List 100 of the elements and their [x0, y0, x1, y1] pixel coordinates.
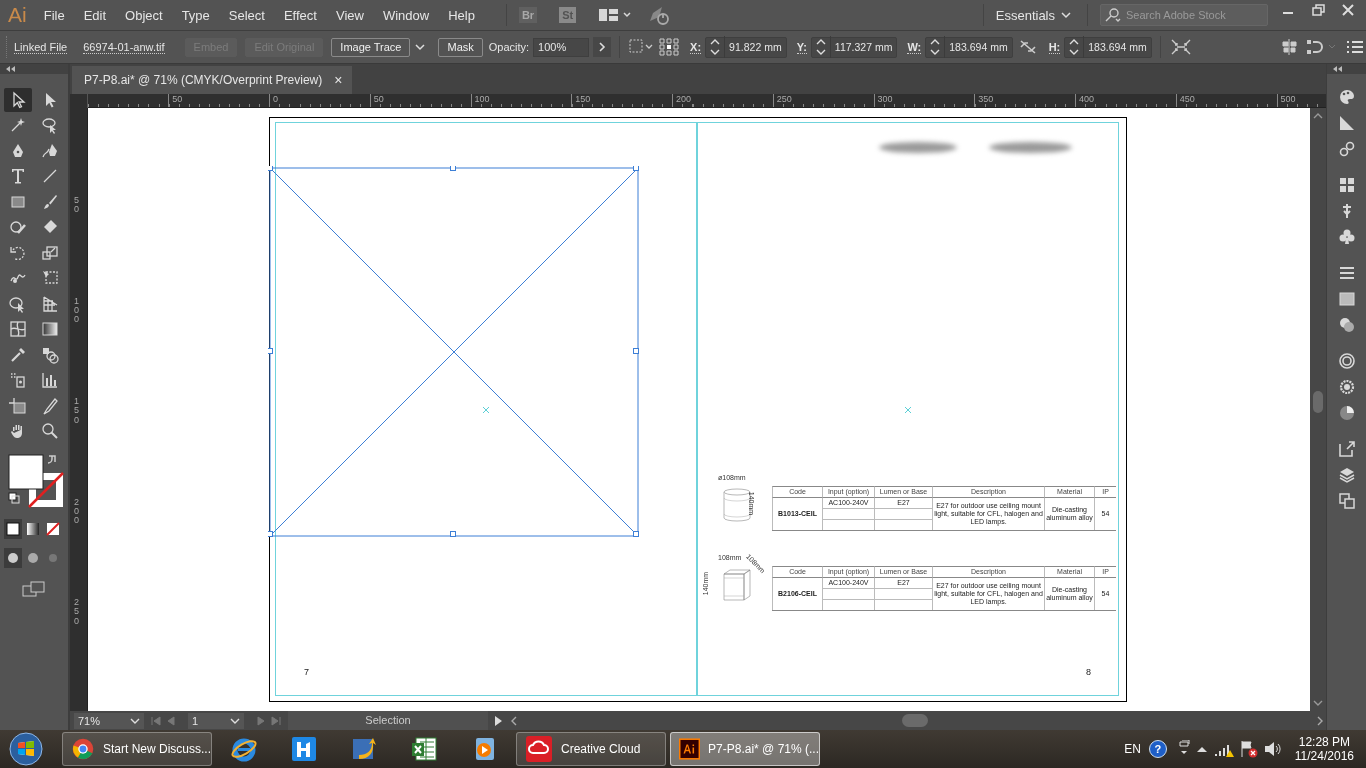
menu-item[interactable]: Edit: [83, 7, 107, 23]
club-icon[interactable]: [1337, 228, 1356, 246]
coordinate-field[interactable]: 183.694 mm: [1064, 36, 1152, 58]
document-tab[interactable]: P7-P8.ai* @ 71% (CMYK/Overprint Preview) ×: [72, 66, 353, 94]
table-cell: [874, 588, 932, 599]
reference-point-icon[interactable]: [658, 37, 681, 57]
page-number: 7: [304, 667, 309, 677]
export-icon[interactable]: [1337, 440, 1356, 458]
layout-menu-icon[interactable]: [598, 7, 633, 23]
play-icon[interactable]: [492, 714, 504, 727]
menu-item[interactable]: Help: [448, 7, 475, 23]
ruler-number: 0: [269, 94, 278, 107]
menu-item[interactable]: Object: [125, 7, 163, 23]
coordinate-label: W:: [907, 40, 922, 54]
search-icon: [1104, 8, 1122, 22]
ruler-number: 350: [974, 94, 994, 107]
coordinate-field[interactable]: 183.694 mm: [925, 36, 1013, 58]
linked-file-link[interactable]: Linked File: [14, 40, 68, 54]
table-cell: [822, 508, 874, 519]
current-tool-label[interactable]: Selection: [288, 711, 488, 730]
table-cell: [822, 519, 874, 530]
caret-icon[interactable]: [1061, 11, 1071, 19]
scale-icon: [41, 243, 59, 262]
tool-button[interactable]: [4, 88, 32, 112]
caret-icon[interactable]: [414, 42, 427, 52]
center-mark: [482, 406, 490, 414]
screen-mode-icon[interactable]: [22, 581, 46, 597]
lines-icon[interactable]: [1337, 264, 1356, 282]
scroll-up-icon[interactable]: [1313, 112, 1323, 120]
grid-icon[interactable]: [1337, 176, 1356, 194]
coordinate-label: Y:: [796, 40, 807, 54]
copy-icon[interactable]: [1337, 492, 1356, 510]
coordinate-label: X:: [690, 40, 702, 54]
menu-item[interactable]: Window: [382, 7, 430, 23]
menu-item[interactable]: Select: [228, 7, 265, 23]
caret-icon[interactable]: [130, 716, 140, 725]
toolbar-button[interactable]: Image Trace: [331, 37, 411, 57]
coordinate-field[interactable]: 91.822 mm: [705, 36, 787, 58]
workspace-switcher[interactable]: Essentials: [995, 7, 1055, 23]
pie-icon[interactable]: [1337, 404, 1356, 422]
circles-icon[interactable]: [1337, 316, 1356, 334]
opacity-field[interactable]: 100%: [533, 37, 590, 57]
speaker-icon[interactable]: [1262, 740, 1283, 758]
menu-item[interactable]: Effect: [283, 7, 317, 23]
caret-icon[interactable]: [230, 716, 240, 725]
ruler-number: 200: [672, 94, 692, 107]
ruler-number: 150: [74, 397, 80, 426]
eyedropper-icon: [9, 345, 27, 364]
ruler-number: 250: [74, 598, 80, 627]
grid-icon: [41, 294, 59, 313]
ruler-number: 450: [1175, 94, 1195, 107]
search-icon: [41, 422, 59, 441]
ruler-number: 300: [873, 94, 893, 107]
center-mark: [904, 406, 912, 414]
flag-icon[interactable]: [1238, 739, 1259, 759]
mesh-icon: [9, 320, 27, 339]
ruler-number: 250: [772, 94, 792, 107]
spray-can-icon: [9, 371, 27, 390]
clock[interactable]: 12:28 PM 11/24/2016: [1294, 734, 1354, 764]
table-cell: [822, 588, 874, 599]
language-indicator[interactable]: EN: [1124, 742, 1141, 756]
creative-cloud-icon: [525, 735, 553, 763]
ruler-number: 400: [1075, 94, 1095, 107]
ruler-number: 150: [571, 94, 591, 107]
scroll-thumb[interactable]: [1313, 391, 1323, 413]
stack-icon[interactable]: [1337, 466, 1356, 484]
menu-item[interactable]: View: [335, 7, 364, 23]
taskbar-button[interactable]: Start New Discuss...: [62, 732, 212, 766]
scroll-thumb[interactable]: [902, 714, 928, 727]
zoom-field[interactable]: 71%: [74, 712, 144, 729]
table-cell: [874, 508, 932, 519]
bar-chart-icon: [41, 371, 59, 390]
toolbar-button[interactable]: Mask: [438, 37, 483, 57]
chevron-icon[interactable]: [593, 37, 612, 57]
menu-item[interactable]: File: [43, 7, 65, 23]
square-icon[interactable]: [1337, 290, 1356, 308]
cylinder-drawing: [722, 488, 752, 522]
shape-builder-icon: [9, 294, 27, 313]
artboard-icon: [9, 396, 27, 415]
taskbar-button[interactable]: Creative Cloud: [516, 732, 666, 766]
help-button[interactable]: ?: [1148, 740, 1167, 758]
taskbar-button[interactable]: P7-P8.ai* @ 71% (...: [670, 732, 820, 766]
collapse-icon[interactable]: [6, 66, 16, 72]
menu-item[interactable]: Type: [181, 7, 210, 23]
vertical-scrollbar[interactable]: [1310, 108, 1326, 711]
palette-icon[interactable]: [1337, 88, 1356, 106]
start-button[interactable]: [8, 731, 44, 767]
artboard-field[interactable]: 1: [188, 712, 244, 729]
coordinate-field[interactable]: 117.327 mm: [810, 36, 898, 58]
file-name: 66974-01-anw.tif: [83, 40, 165, 54]
opacity-label: Opacity:: [488, 41, 530, 53]
scroll-down-icon[interactable]: [1313, 699, 1323, 707]
collapse-icon[interactable]: [1333, 66, 1343, 72]
close-tab-button[interactable]: ×: [334, 72, 343, 88]
search-field[interactable]: Search Adobe Stock: [1100, 4, 1268, 26]
ruler-number: 50: [168, 94, 183, 107]
table-cell: [874, 519, 932, 530]
type-icon: [9, 167, 27, 186]
gradient-icon: [41, 320, 59, 339]
ruler-number: 50: [369, 94, 384, 107]
